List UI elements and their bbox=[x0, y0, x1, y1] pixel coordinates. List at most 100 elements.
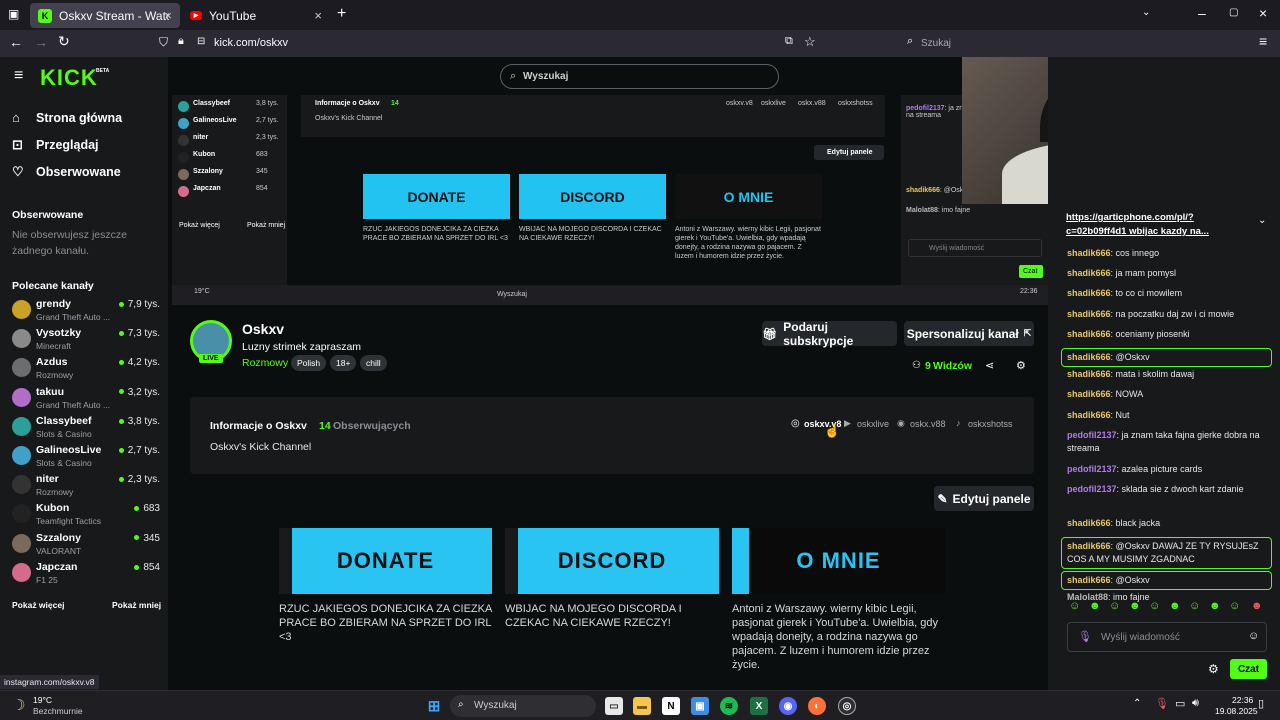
excel-icon[interactable]: X bbox=[750, 697, 768, 715]
chat-username[interactable]: shadik666 bbox=[1067, 518, 1111, 528]
chat-username[interactable]: shadik666 bbox=[1067, 268, 1111, 278]
microphone-icon[interactable]: 🎙︎ bbox=[1155, 697, 1169, 710]
tag-chill[interactable]: chill bbox=[360, 355, 387, 371]
picture-icon[interactable]: ⧉ bbox=[785, 35, 793, 48]
window-close-icon[interactable]: × bbox=[1259, 5, 1267, 21]
youtube-icon[interactable]: ▶ bbox=[844, 418, 851, 429]
recommended-channel[interactable]: Vysotzky Minecraft 7,3 tys. bbox=[12, 326, 160, 354]
panel-discord-image[interactable]: DISCORD bbox=[505, 528, 719, 594]
social-discord[interactable]: oskx.v88 bbox=[910, 419, 946, 429]
recommended-channel[interactable]: Szzalony VALORANT 345 bbox=[12, 531, 160, 559]
maximize-icon[interactable]: ▢ bbox=[1229, 7, 1238, 18]
discord-icon[interactable]: ◉ bbox=[897, 418, 905, 429]
task-view-icon[interactable]: ▭ bbox=[605, 697, 623, 715]
shield-icon[interactable]: ⛉ bbox=[159, 35, 168, 50]
chat-username[interactable]: shadik666 bbox=[1067, 389, 1111, 399]
nav-browse[interactable]: ⊡ Przeglądaj bbox=[12, 137, 99, 153]
show-more-button[interactable]: Pokaż więcej bbox=[12, 600, 64, 610]
emote-icon[interactable]: ☻ bbox=[1251, 600, 1263, 612]
windows-start-icon[interactable]: ⊞ bbox=[425, 697, 443, 715]
chat-username[interactable]: shadik666 bbox=[1067, 352, 1111, 362]
nav-following[interactable]: ♡ Obserwowane bbox=[12, 164, 121, 180]
chat-username[interactable]: pedofil2137 bbox=[1067, 464, 1117, 474]
panel-donate-image[interactable]: DONATE bbox=[279, 528, 492, 594]
recommended-channel[interactable]: Classybeef Slots & Casino 3,8 tys. bbox=[12, 414, 160, 442]
reload-icon[interactable]: ↻ bbox=[58, 33, 70, 50]
chat-send-button[interactable]: Czat bbox=[1230, 659, 1267, 679]
weather-desc[interactable]: Bezchmurnie bbox=[33, 706, 83, 716]
social-tiktok[interactable]: oskxshotss bbox=[968, 419, 1013, 429]
social-youtube[interactable]: oskxlive bbox=[857, 419, 889, 429]
clock-date[interactable]: 19.08.2025 bbox=[1215, 706, 1258, 716]
emote-icon[interactable]: ☺ bbox=[1109, 600, 1120, 612]
chat-username[interactable]: pedofil2137 bbox=[1067, 484, 1117, 494]
file-explorer-icon[interactable]: ▬ bbox=[633, 697, 651, 715]
chat-username[interactable]: shadik666 bbox=[1067, 329, 1111, 339]
recommended-channel[interactable]: GalineosLive Slots & Casino 2,7 tys. bbox=[12, 443, 160, 471]
emote-icon[interactable]: ☻ bbox=[1089, 600, 1101, 612]
emote-icon[interactable]: ☻ bbox=[1209, 600, 1221, 612]
recommended-channel[interactable]: grendy Grand Theft Auto ... 7,9 tys. bbox=[12, 297, 160, 325]
back-icon[interactable]: ← bbox=[9, 34, 23, 50]
spotify-icon[interactable]: ≋ bbox=[720, 697, 738, 715]
forward-icon[interactable]: → bbox=[34, 34, 48, 50]
notion-icon[interactable]: N bbox=[662, 697, 680, 715]
menu-icon[interactable]: ≡ bbox=[1259, 33, 1267, 49]
instagram-icon[interactable]: ◎ bbox=[791, 418, 800, 429]
tab-list-icon[interactable]: ▣ bbox=[8, 7, 19, 21]
pinned-link[interactable]: https://garticphone.com/pl/?c=02b09ff4d1… bbox=[1066, 211, 1241, 239]
chat-input[interactable]: 🎙︎ Wyślij wiadomość ☺ bbox=[1067, 622, 1267, 652]
tiktok-icon[interactable]: ♪ bbox=[956, 418, 961, 428]
new-tab-icon[interactable]: + bbox=[337, 5, 346, 23]
channel-name[interactable]: Oskxv bbox=[242, 321, 284, 337]
emote-icon[interactable]: ☻ bbox=[1129, 600, 1141, 612]
kick-logo[interactable]: KICK bbox=[40, 65, 98, 91]
chat-username[interactable]: shadik666 bbox=[1067, 288, 1111, 298]
taskbar-search[interactable]: ⌕ Wyszukaj bbox=[450, 695, 596, 717]
kick-search-input[interactable]: ⌕ Wyszukaj bbox=[500, 64, 779, 89]
recommended-channel[interactable]: Japczan F1 25 854 bbox=[12, 560, 160, 588]
stream-category[interactable]: Rozmowy bbox=[242, 357, 288, 369]
chat-username[interactable]: shadik666 bbox=[1067, 541, 1111, 551]
clock-time[interactable]: 22:36 bbox=[1232, 695, 1253, 705]
bookmark-star-icon[interactable]: ☆ bbox=[804, 34, 816, 50]
notification-icon[interactable]: ▯ bbox=[1258, 697, 1264, 710]
emoji-icon[interactable]: ☺ bbox=[1248, 630, 1259, 642]
app-icon[interactable]: ▣ bbox=[691, 697, 709, 715]
volume-icon[interactable]: 🔊︎ bbox=[1192, 697, 1199, 710]
firefox-icon[interactable]: ◐ bbox=[808, 697, 826, 715]
close-icon[interactable]: × bbox=[314, 8, 322, 23]
nav-home[interactable]: ⌂ Strona główna bbox=[12, 110, 122, 125]
url-bar[interactable]: kick.com/oskxv bbox=[214, 37, 288, 49]
chevron-down-icon[interactable]: ⌄ bbox=[1142, 7, 1150, 18]
chat-settings-icon[interactable]: ⚙ bbox=[1208, 662, 1219, 676]
close-icon[interactable]: × bbox=[164, 8, 172, 23]
show-less-button[interactable]: Pokaż mniej bbox=[112, 600, 161, 610]
recommended-channel[interactable]: takuu Grand Theft Auto ... 3,2 tys. bbox=[12, 385, 160, 413]
customize-channel-button[interactable]: Spersonalizuj kanał ⇱ bbox=[904, 321, 1034, 346]
chat-username[interactable]: shadik666 bbox=[1067, 410, 1111, 420]
chat-username[interactable]: pedofil2137 bbox=[1067, 430, 1117, 440]
tab-youtube[interactable]: ▶ YouTube × bbox=[182, 3, 330, 28]
microphone-icon[interactable]: 🎙︎ bbox=[1078, 630, 1092, 643]
discord-icon[interactable]: ◉ bbox=[779, 697, 797, 715]
chat-username[interactable]: shadik666 bbox=[1067, 369, 1111, 379]
edit-panels-button[interactable]: ✎ Edytuj panele bbox=[934, 486, 1034, 511]
recommended-channel[interactable]: Kubon Teamfight Tactics 683 bbox=[12, 501, 160, 529]
network-icon[interactable]: ▭ bbox=[1175, 697, 1185, 710]
share-icon[interactable]: ⋖ bbox=[985, 359, 994, 372]
tag-polish[interactable]: Polish bbox=[291, 355, 327, 371]
minimize-icon[interactable]: – bbox=[1198, 5, 1206, 21]
pinned-message[interactable]: https://garticphone.com/pl/?c=02b09ff4d1… bbox=[1056, 204, 1272, 242]
chevron-up-icon[interactable]: ⌃ bbox=[1133, 698, 1141, 709]
chevron-down-icon[interactable]: ⌄ bbox=[1258, 215, 1266, 226]
emote-icon[interactable]: ☻ bbox=[1169, 600, 1181, 612]
gift-subs-button[interactable]: 🎁︎ Podaruj subskrypcje bbox=[762, 320, 897, 348]
tab-kick[interactable]: K Oskxv Stream - Watch Live on K × bbox=[30, 3, 180, 28]
browser-search-input[interactable]: Szukaj bbox=[921, 38, 951, 49]
panel-omnie-image[interactable]: O MNIE bbox=[732, 528, 945, 594]
emote-icon[interactable]: ☺ bbox=[1229, 600, 1240, 612]
emote-icon[interactable]: ☺ bbox=[1189, 600, 1200, 612]
user-settings-icon[interactable]: ⚙ bbox=[1016, 359, 1026, 372]
obs-icon[interactable]: ◎ bbox=[838, 697, 856, 715]
